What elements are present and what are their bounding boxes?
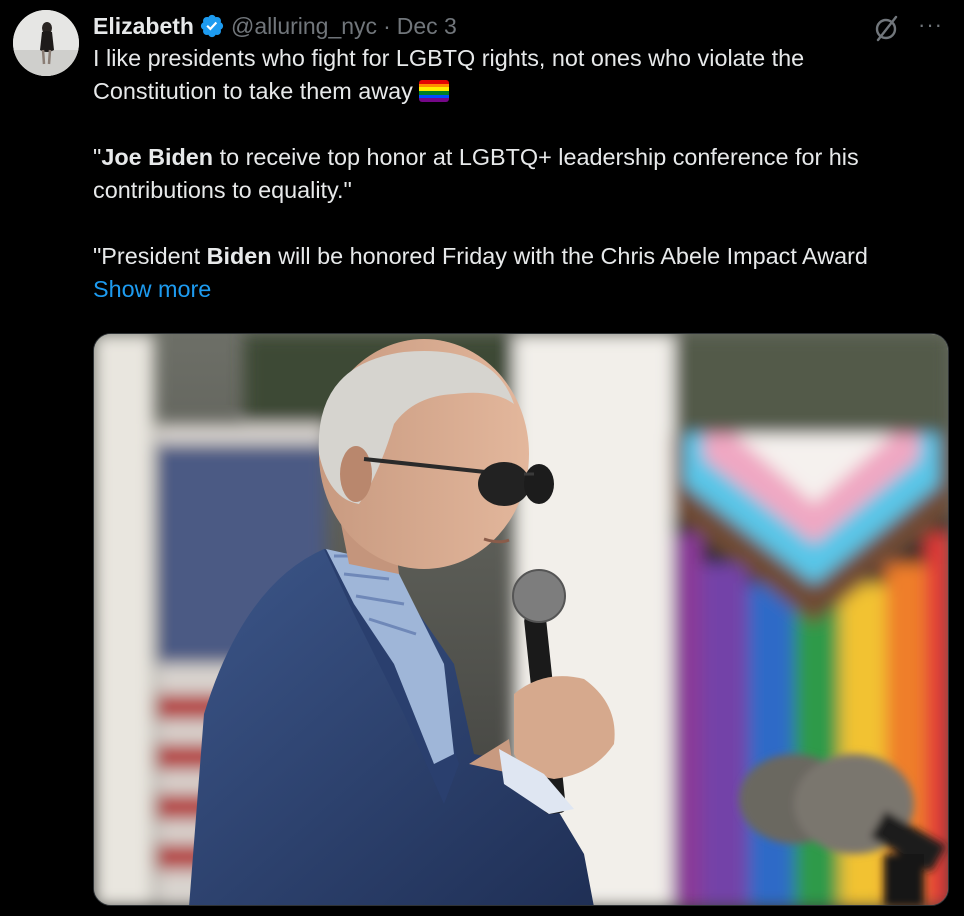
tweet-text-line: "Joe Biden to receive top honor at LGBTQ… <box>93 144 859 170</box>
author-name[interactable]: Elizabeth <box>93 13 194 40</box>
photo-illustration <box>94 334 948 905</box>
more-icon[interactable]: ··· <box>918 12 943 38</box>
quote2-pre: "President <box>93 243 207 269</box>
text-line-1: I like presidents who fight for LGBTQ ri… <box>93 45 805 71</box>
show-more-link[interactable]: Show more <box>93 273 211 306</box>
quote1-rest: to receive top honor at LGBTQ+ leadershi… <box>213 144 859 170</box>
tweet-media-photo[interactable] <box>93 333 949 906</box>
tweet-text-line: "President Biden will be honored Friday … <box>93 240 943 273</box>
tweet-text-line: contributions to equality." <box>93 174 943 207</box>
bold-joe-biden: Joe Biden <box>101 144 214 170</box>
verified-badge-icon <box>200 14 224 38</box>
avatar-image <box>13 10 79 76</box>
author-handle[interactable]: @alluring_nyc <box>231 13 377 40</box>
tweet-header: Elizabeth @alluring_nyc · Dec 3 <box>93 10 943 42</box>
text-line-2: Constitution to take them away <box>93 78 413 104</box>
tweet-text-line: I like presidents who fight for LGBTQ ri… <box>93 42 943 75</box>
quote1-line2: contributions to equality." <box>93 177 352 203</box>
header-separator: · <box>383 12 391 39</box>
tweet-date[interactable]: Dec 3 <box>397 13 457 40</box>
grok-icon[interactable] <box>872 14 900 42</box>
tweet[interactable]: Elizabeth @alluring_nyc · Dec 3 ··· I li… <box>93 10 943 306</box>
avatar[interactable] <box>13 10 79 76</box>
quote2-rest: will be honored Friday with the Chris Ab… <box>271 243 868 269</box>
tweet-text-line: Constitution to take them away <box>93 75 943 108</box>
tweet-text: I like presidents who fight for LGBTQ ri… <box>93 42 943 306</box>
bold-biden: Biden <box>206 243 272 269</box>
top-actions: ··· <box>872 10 943 46</box>
rainbow-flag-emoji <box>418 80 449 102</box>
